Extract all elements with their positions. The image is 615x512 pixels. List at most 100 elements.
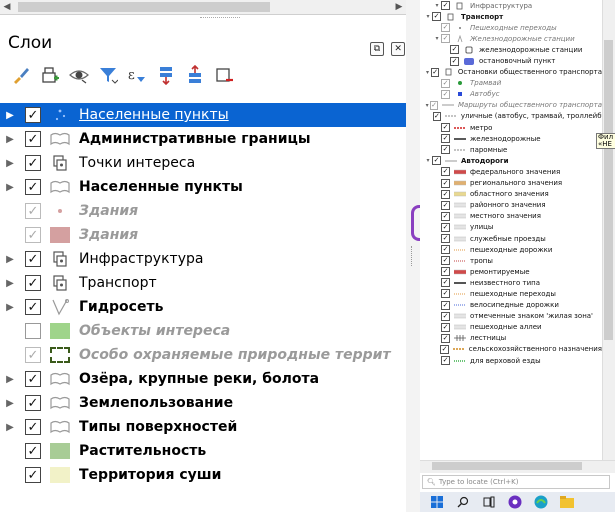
legend-item[interactable]: ▾ ✓ Автодороги (420, 155, 602, 166)
layer-row[interactable]: ▶ ✓ Населенные пункты (0, 175, 406, 199)
legend-item[interactable]: ✓ неизвестного типа (420, 277, 602, 288)
locate-search-field[interactable]: 🔍︎ Type to locate (Ctrl+K) (422, 475, 610, 489)
legend-item[interactable]: ✓ пешеходные переходы (420, 288, 602, 299)
legend-item[interactable]: ✓ улицы (420, 222, 602, 233)
expand-arrow-icon[interactable]: ▶ (0, 422, 20, 433)
collapse-all-icon[interactable] (182, 62, 208, 88)
legend-checkbox[interactable]: ✓ (431, 67, 440, 77)
legend-checkbox[interactable]: ✓ (441, 289, 450, 299)
legend-checkbox[interactable]: ✓ (432, 156, 441, 166)
legend-checkbox[interactable]: ✓ (441, 245, 450, 255)
splitter-grip[interactable] (411, 246, 415, 266)
layer-row[interactable]: ▶ ✓ Озёра, крупные реки, болота (0, 367, 406, 391)
legend-checkbox[interactable]: ✓ (441, 278, 450, 288)
expand-arrow-icon[interactable]: ▶ (0, 182, 20, 193)
legend-checkbox[interactable]: ✓ (441, 222, 450, 232)
legend-item[interactable]: ✓ служебные проезды (420, 233, 602, 244)
legend-item[interactable]: ✓ отмеченные знаком 'жилая зона' (420, 311, 602, 322)
legend-item[interactable]: ▾ ✓ Транспорт (420, 11, 602, 22)
expand-arrow-icon[interactable]: ▾ (433, 35, 441, 42)
legend-checkbox[interactable]: ✓ (441, 322, 450, 332)
expand-arrow-icon[interactable]: ▶ (0, 398, 20, 409)
panel-splitter[interactable] (406, 0, 420, 512)
edge-icon[interactable] (532, 493, 550, 511)
legend-checkbox[interactable]: ✓ (441, 145, 450, 155)
dock-grip[interactable] (200, 17, 240, 22)
legend-item[interactable]: ✓ ремонтируемые (420, 266, 602, 277)
task-view-icon[interactable] (480, 493, 498, 511)
legend-checkbox[interactable]: ✓ (441, 34, 450, 44)
layer-row[interactable]: ✓ Особо охраняемые природные террит (0, 343, 406, 367)
layer-row[interactable]: ✓ Здания (0, 199, 406, 223)
layer-row[interactable]: ✓ Территория суши (0, 463, 406, 487)
legend-checkbox[interactable]: ✓ (441, 134, 450, 144)
legend-checkbox[interactable]: ✓ (430, 100, 439, 110)
legend-checkbox[interactable]: ✓ (450, 45, 459, 55)
layer-row[interactable]: ▶ ✓ Административные границы (0, 127, 406, 151)
scroll-left-icon[interactable]: ◀ (0, 0, 14, 14)
layer-visibility-checkbox[interactable]: ✓ (25, 251, 41, 267)
layer-visibility-checkbox[interactable]: ✓ (25, 419, 41, 435)
legend-scrollbar-thumb[interactable] (604, 40, 613, 340)
legend-checkbox[interactable]: ✓ (433, 111, 441, 121)
layer-visibility-checkbox[interactable]: ✓ (25, 275, 41, 291)
layer-visibility-checkbox[interactable]: ✓ (25, 443, 41, 459)
layer-visibility-checkbox[interactable]: ✓ (25, 227, 41, 243)
expand-arrow-icon[interactable]: ▾ (433, 2, 441, 9)
style-brush-icon[interactable] (8, 62, 34, 88)
legend-checkbox[interactable]: ✓ (441, 178, 450, 188)
legend-item[interactable]: ✓ железнодорожные (420, 133, 602, 144)
legend-item[interactable]: ✓ уличные (автобус, трамвай, троллейбус) (420, 111, 602, 122)
expand-all-icon[interactable] (153, 62, 179, 88)
layer-visibility-checkbox[interactable]: ✓ (25, 131, 41, 147)
legend-item[interactable]: ▾ ✓ Остановки общественного транспорта (420, 67, 602, 78)
legend-item[interactable]: ✓ Автобус (420, 89, 602, 100)
legend-checkbox[interactable]: ✓ (441, 267, 450, 277)
legend-item[interactable]: ▾ ✓ Маршруты общественного транспорта (420, 100, 602, 111)
legend-checkbox[interactable]: ✓ (441, 234, 450, 244)
legend-checkbox[interactable]: ✓ (440, 344, 449, 354)
legend-checkbox[interactable]: ✓ (441, 23, 450, 33)
legend-item[interactable]: ✓ местного значения (420, 211, 602, 222)
legend-checkbox[interactable]: ✓ (441, 200, 450, 210)
add-group-icon[interactable] (37, 62, 63, 88)
layer-row[interactable]: ▶ ✓ Типы поверхностей (0, 415, 406, 439)
expand-arrow-icon[interactable]: ▾ (424, 157, 432, 164)
legend-item[interactable]: ✓ для верховой езды (420, 355, 602, 366)
app-icon[interactable] (506, 493, 524, 511)
legend-checkbox[interactable]: ✓ (441, 256, 450, 266)
close-panel-button[interactable]: ✕ (391, 42, 406, 56)
legend-item[interactable]: ✓ областного значения (420, 189, 602, 200)
expand-arrow-icon[interactable]: ▾ (424, 13, 432, 20)
legend-item[interactable]: ✓ районного значения (420, 200, 602, 211)
legend-item[interactable]: ✓ Пешеходные переходы (420, 22, 602, 33)
expand-arrow-icon[interactable]: ▶ (0, 278, 20, 289)
layer-visibility-checkbox[interactable]: ✓ (25, 299, 41, 315)
layer-row[interactable]: Объекты интереса (0, 319, 406, 343)
layer-visibility-checkbox[interactable]: ✓ (25, 179, 41, 195)
layer-visibility-checkbox[interactable]: ✓ (25, 371, 41, 387)
float-panel-button[interactable]: ⧉ (370, 42, 384, 56)
legend-item[interactable]: ✓ остановочный пункт (420, 55, 602, 66)
legend-item[interactable]: ✓ лестницы (420, 333, 602, 344)
legend-item[interactable]: ✓ пешеходные дорожки (420, 244, 602, 255)
legend-checkbox[interactable]: ✓ (441, 123, 450, 133)
legend-checkbox[interactable]: ✓ (432, 12, 441, 22)
expand-arrow-icon[interactable]: ▾ (424, 69, 431, 76)
layer-visibility-checkbox[interactable]: ✓ (25, 395, 41, 411)
expand-arrow-icon[interactable]: ▶ (0, 254, 20, 265)
explorer-icon[interactable] (558, 493, 576, 511)
legend-item[interactable]: ✓ тропы (420, 255, 602, 266)
layer-row[interactable]: ▶ ✓ Землепользование (0, 391, 406, 415)
eye-icon[interactable] (66, 62, 92, 88)
scrollbar-thumb[interactable] (18, 2, 270, 12)
horizontal-scrollbar[interactable]: ◀ ▶ (0, 0, 406, 15)
remove-layer-icon[interactable] (211, 62, 237, 88)
legend-checkbox[interactable]: ✓ (441, 189, 450, 199)
layer-row[interactable]: ▶ ✓ Точки интереса (0, 151, 406, 175)
filter-icon[interactable] (95, 62, 121, 88)
legend-checkbox[interactable]: ✓ (441, 333, 450, 343)
expand-arrow-icon[interactable]: ▶ (0, 158, 20, 169)
layer-visibility-checkbox[interactable]: ✓ (25, 203, 41, 219)
expand-arrow-icon[interactable]: ▶ (0, 302, 20, 313)
